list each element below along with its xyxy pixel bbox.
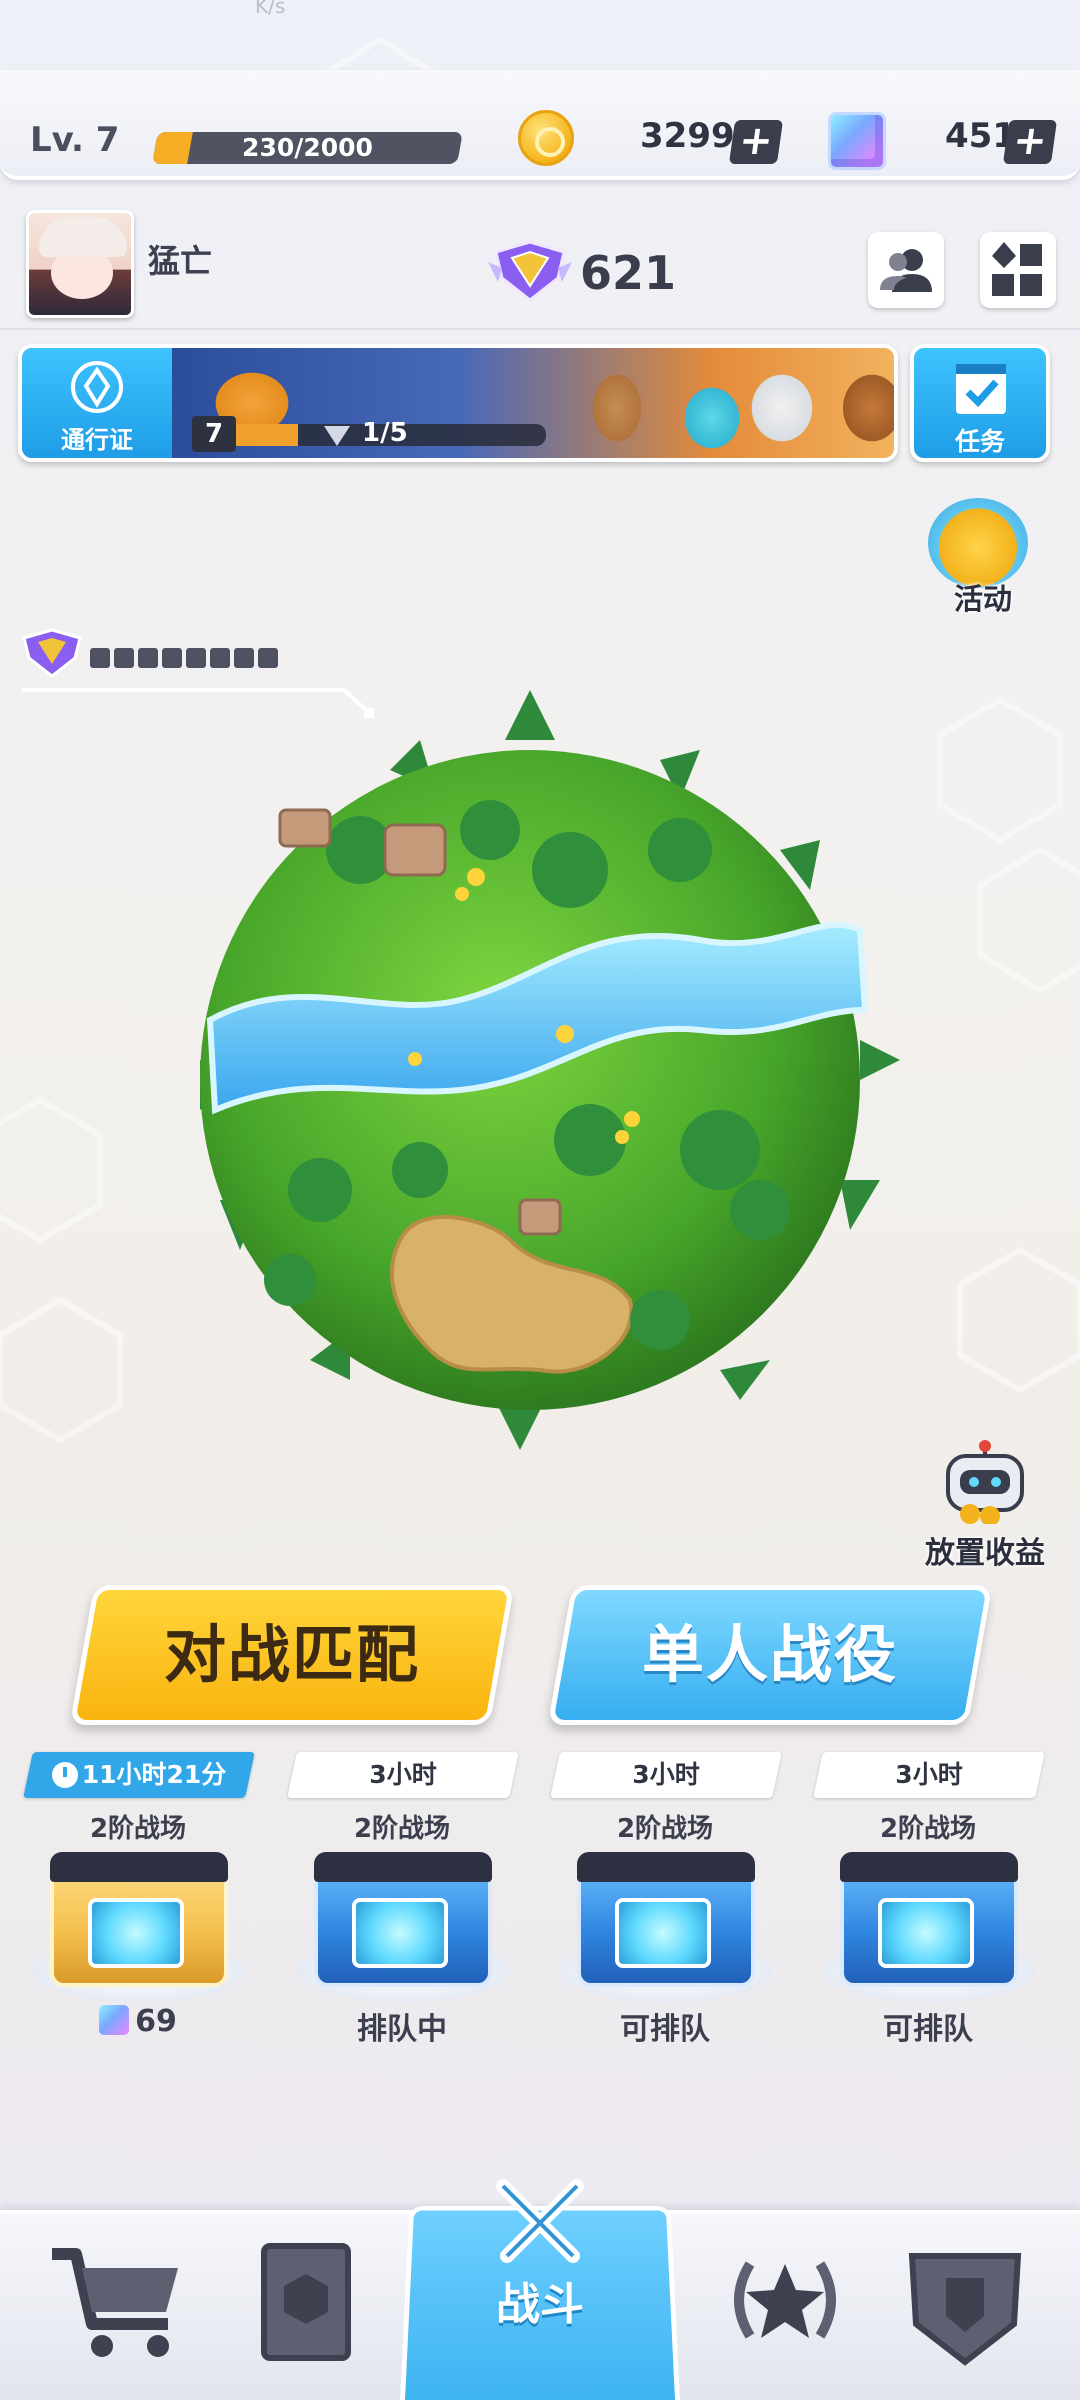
blue-chest-icon (577, 1852, 755, 1987)
chest-lid (314, 1852, 492, 1882)
shop-cart-icon (52, 2248, 178, 2357)
chest-tier: 2阶战场 (89, 1814, 187, 1844)
rank-segment (138, 648, 158, 668)
event-button[interactable]: 活动 (918, 498, 1048, 618)
nav-battle-label: 战斗 (496, 2279, 584, 2330)
nav-ranking[interactable] (710, 2234, 860, 2374)
rank-segment (162, 648, 182, 668)
idle-income-button[interactable]: 放置收益 (910, 1440, 1060, 1571)
nav-clan[interactable] (890, 2234, 1040, 2374)
coin-count: 3299 (640, 116, 735, 156)
chest-timer: 3小时 (369, 1760, 437, 1789)
chest-lid (840, 1852, 1018, 1882)
solo-campaign-button[interactable]: 单人战役 (547, 1585, 993, 1725)
rank-badge-icon (488, 240, 572, 302)
robot-icon (946, 1440, 1024, 1524)
gem-icon (99, 2005, 130, 2035)
gold-chest-icon (50, 1852, 228, 1987)
rank-segment (90, 648, 110, 668)
grid-menu-icon (992, 242, 1042, 296)
match-battle-button[interactable]: 对战匹配 (69, 1585, 515, 1725)
chest-timer: 3小时 (895, 1760, 963, 1789)
rank-progress-icon (22, 628, 82, 678)
blue-chest-icon (314, 1852, 492, 1987)
battle-pass-button[interactable]: 通行证 (22, 348, 172, 458)
tasks-button[interactable]: 任务 (910, 344, 1050, 462)
chest-lid (50, 1852, 228, 1882)
net-speed: K/s (255, 0, 286, 18)
blue-chest-icon (840, 1852, 1018, 1987)
friends-icon (880, 249, 932, 292)
chest-status: 可排队 (883, 2012, 973, 2047)
rank-chevron-icon (324, 426, 350, 446)
chest-tier: 2阶战场 (616, 1814, 714, 1844)
chest-screen (615, 1898, 711, 1968)
event-chick-icon (928, 498, 1028, 588)
clan-shield-icon (908, 2253, 1022, 2366)
player-level: Lv. 7 (30, 120, 120, 160)
chest-slot[interactable]: 11小时21分 2阶战场 69 (18, 1750, 258, 2050)
match-battle-label: 对战匹配 (163, 1618, 420, 1691)
chest-tier: 2阶战场 (879, 1814, 977, 1844)
xp-text: 230/2000 (242, 133, 373, 162)
status-bar: K/s (0, 0, 1080, 40)
add-gems-button[interactable]: + (1002, 118, 1058, 164)
crossed-swords-icon (496, 2179, 584, 2263)
add-coins-button[interactable]: + (728, 118, 784, 164)
battle-pass-banner[interactable]: 通行证 7 1/5 (18, 344, 898, 462)
chest-slot[interactable]: 3小时 2阶战场 可排队 (808, 1750, 1048, 2050)
chest-screen (352, 1898, 448, 1968)
coin-icon (518, 110, 574, 166)
chest-tier: 2阶战场 (353, 1814, 451, 1844)
chest-timer: 3小时 (632, 1760, 700, 1789)
rank-segment (234, 648, 254, 668)
event-label: 活动 (953, 582, 1012, 616)
solo-campaign-label: 单人战役 (641, 1618, 898, 1691)
rank-segment (258, 648, 278, 668)
avatar[interactable] (26, 210, 134, 318)
rank-segment (114, 648, 134, 668)
chest-screen (878, 1898, 974, 1968)
battle-pass-progress-fill (236, 424, 298, 446)
battle-pass-level: 7 (192, 416, 236, 452)
player-name: 猛亡 (148, 242, 213, 280)
cards-icon (261, 2243, 351, 2361)
battle-pass-label: 通行证 (61, 426, 133, 454)
battle-pass-progress-text: 1/5 (362, 418, 408, 448)
planet-world-map[interactable] (160, 680, 900, 1460)
task-check-icon (956, 364, 1006, 414)
rank-segment (186, 648, 206, 668)
nav-shop[interactable] (40, 2234, 190, 2374)
chest-status: 可排队 (620, 2012, 710, 2047)
chest-status: 排队中 (357, 2012, 447, 2047)
tasks-label: 任务 (954, 427, 1005, 456)
ranking-star-icon (734, 2261, 836, 2339)
pass-emblem-icon (71, 361, 123, 413)
friends-button[interactable] (868, 232, 944, 308)
chest-timer: 11小时21分 (81, 1760, 227, 1789)
chest-screen (88, 1898, 184, 1968)
idle-income-label: 放置收益 (925, 1536, 1045, 1571)
profile-row: 猛亡 621 (0, 210, 1080, 330)
chest-slot[interactable]: 3小时 2阶战场 排队中 (282, 1750, 522, 2050)
rank-points: 621 (580, 246, 677, 300)
chest-cost-value: 69 (135, 2004, 177, 2039)
chest-slot[interactable]: 3小时 2阶战场 可排队 (545, 1750, 785, 2050)
menu-grid-button[interactable] (980, 232, 1056, 308)
chest-open-cost[interactable]: 69 (18, 2004, 258, 2039)
rank-segment (210, 648, 230, 668)
chest-lid (577, 1852, 755, 1882)
gem-icon (828, 112, 886, 170)
nav-cards[interactable] (230, 2234, 380, 2374)
rank-segments (90, 648, 278, 668)
